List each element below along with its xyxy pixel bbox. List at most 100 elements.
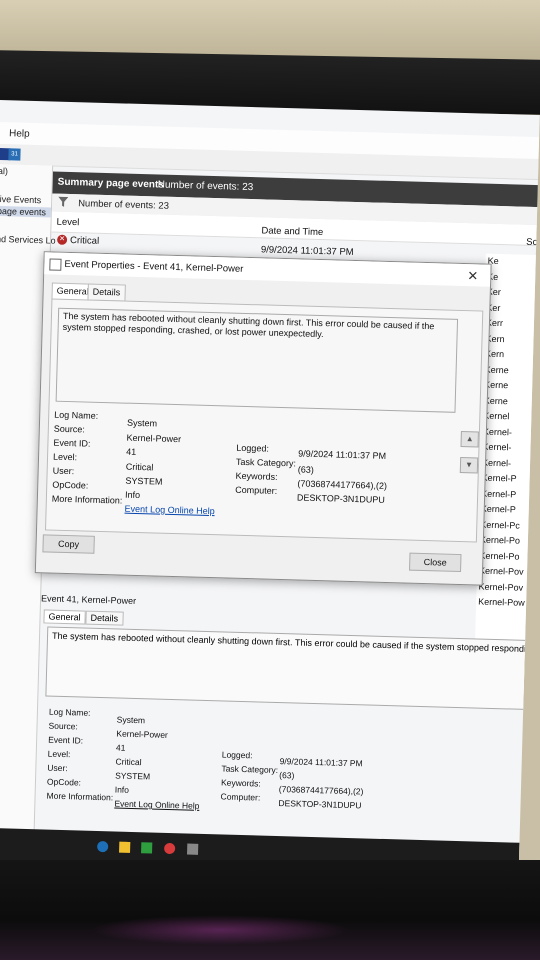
- value-opcode: Info: [124, 489, 141, 501]
- source-cell[interactable]: Kern: [483, 347, 540, 364]
- source-cell[interactable]: Kernel-: [481, 424, 540, 441]
- preview-label-task-category: Task Category:: [221, 763, 279, 776]
- source-cell[interactable]: Kerr: [484, 316, 540, 333]
- source-cell[interactable]: Kern: [483, 331, 539, 348]
- source-cell[interactable]: Kerne: [482, 378, 540, 395]
- preview-value-keywords: (70368744177664),(2): [278, 784, 364, 797]
- row-date-time: 9/9/2024 11:01:37 PM: [260, 244, 354, 258]
- filter-icon[interactable]: [58, 196, 69, 207]
- event-properties-dialog: Event Properties - Event 41, Kernel-Powe…: [34, 251, 492, 586]
- value-event-id: 41: [126, 446, 137, 457]
- preview-description: The system has rebooted without cleanly …: [45, 626, 540, 711]
- dialog-title: Event Properties - Event 41, Kernel-Powe…: [64, 258, 244, 275]
- filter-count: Number of events: 23: [77, 198, 170, 212]
- value-user: SYSTEM: [125, 475, 163, 487]
- label-level: Level:: [52, 451, 78, 463]
- label-log-name: Log Name:: [54, 409, 99, 421]
- label-more-information: More Information:: [51, 493, 123, 506]
- preview-value-level: Critical: [115, 756, 142, 768]
- label-user: User:: [52, 465, 75, 477]
- preview-label-user: User:: [47, 762, 68, 774]
- source-cell[interactable]: Ker: [485, 285, 540, 302]
- preview-value-user: SYSTEM: [115, 770, 151, 782]
- label-event-id: Event ID:: [53, 437, 91, 449]
- source-cell[interactable]: Kernel-P: [479, 471, 539, 488]
- preview-label-computer: Computer:: [220, 791, 261, 803]
- monitor-screen: Help 31 al) tive Events page events nd S…: [0, 100, 540, 875]
- source-cell[interactable]: Kernel-Po: [478, 533, 538, 550]
- source-cell[interactable]: Ke: [485, 254, 539, 271]
- preview-online-help-link[interactable]: Event Log Online Help: [114, 798, 199, 810]
- column-date-time[interactable]: Date and Time: [261, 225, 323, 238]
- label-logged: Logged:: [236, 442, 270, 454]
- source-cell[interactable]: Kernel-: [480, 455, 540, 472]
- source-cell[interactable]: Kernel-Pov: [476, 579, 536, 596]
- copy-button[interactable]: Copy: [42, 534, 95, 554]
- app-icon-red[interactable]: [164, 842, 176, 855]
- source-cell[interactable]: Ke: [485, 269, 540, 286]
- file-explorer-icon[interactable]: [119, 841, 131, 853]
- nav-item-active-events[interactable]: tive Events: [0, 194, 41, 205]
- monitor-bezel-bottom: [0, 860, 540, 960]
- next-event-button[interactable]: ▼: [459, 456, 479, 474]
- keyboard-glow: [90, 915, 350, 945]
- source-cell[interactable]: Kernel-P: [479, 486, 539, 503]
- source-cell[interactable]: Ker: [484, 300, 540, 317]
- preview-label-level: Level:: [47, 748, 71, 760]
- close-icon[interactable]: ✕: [467, 268, 478, 284]
- preview-label-keywords: Keywords:: [220, 777, 261, 789]
- menu-help[interactable]: Help: [9, 128, 30, 140]
- close-button[interactable]: Close: [409, 552, 462, 573]
- value-source: Kernel-Power: [126, 432, 182, 445]
- source-cell[interactable]: Kerne: [482, 393, 540, 410]
- column-level[interactable]: Level: [56, 217, 79, 229]
- preview-tabs: General Details: [43, 609, 124, 626]
- value-task-category: (63): [297, 464, 314, 475]
- source-cell[interactable]: Kerne: [482, 362, 539, 379]
- preview-value-event-id: 41: [115, 742, 126, 753]
- preview-value-source: Kernel-Power: [116, 728, 168, 740]
- label-task-category: Task Category:: [235, 456, 297, 469]
- general-tab-panel: The system has rebooted without cleanly …: [44, 298, 484, 543]
- app-icon[interactable]: [141, 842, 153, 854]
- preview-tab-general[interactable]: General: [43, 609, 86, 625]
- nav-item-services-logs[interactable]: nd Services Lo: [0, 234, 56, 246]
- value-computer: DESKTOP-3N1DUPU: [296, 492, 385, 505]
- calendar-icon[interactable]: 31: [8, 148, 21, 161]
- preview-label-source: Source:: [48, 720, 78, 732]
- summary-count: Number of events: 23: [157, 179, 254, 194]
- value-keywords: (70368744177664),(2): [297, 478, 388, 491]
- summary-title: Summary page events: [57, 176, 165, 191]
- source-cell[interactable]: Kernel-Pow: [476, 594, 536, 611]
- source-cell[interactable]: Kernel-Po: [477, 548, 537, 565]
- event-description[interactable]: The system has rebooted without cleanly …: [55, 307, 459, 413]
- preview-value-logged: 9/9/2024 11:01:37 PM: [279, 756, 363, 769]
- event-log-online-help-link[interactable]: Event Log Online Help: [124, 504, 214, 517]
- nav-item[interactable]: al): [0, 166, 8, 176]
- preview-label-logged: Logged:: [221, 749, 253, 761]
- event-viewer-icon[interactable]: [187, 843, 199, 855]
- label-opcode: OpCode:: [52, 479, 89, 491]
- label-keywords: Keywords:: [235, 470, 278, 482]
- preview-label-event-id: Event ID:: [48, 734, 84, 746]
- preview-value-log-name: System: [116, 714, 146, 726]
- critical-icon: ✕: [56, 234, 68, 245]
- preview-value-opcode: Info: [114, 784, 130, 795]
- preview-value-task-category: (63): [279, 770, 295, 781]
- value-log-name: System: [126, 417, 158, 429]
- preview-tab-details[interactable]: Details: [85, 610, 124, 626]
- edge-icon[interactable]: [97, 841, 109, 853]
- label-source: Source:: [53, 423, 86, 435]
- preview-label-log-name: Log Name:: [48, 706, 91, 718]
- value-logged: 9/9/2024 11:01:37 PM: [298, 448, 387, 461]
- preview-title: Event 41, Kernel-Power: [40, 593, 137, 606]
- source-cell[interactable]: Kernel: [481, 409, 540, 426]
- nav-item-summary-page-events[interactable]: page events: [0, 205, 52, 218]
- source-cell[interactable]: Kernel-: [480, 440, 540, 457]
- label-computer: Computer:: [235, 484, 278, 496]
- previous-event-button[interactable]: ▲: [460, 430, 479, 448]
- source-cell[interactable]: Kernel-Pov: [477, 564, 537, 581]
- event-properties-icon: [49, 258, 62, 271]
- source-cell[interactable]: Kernel-P: [479, 502, 539, 519]
- source-cell[interactable]: Kernel-Pc: [478, 517, 538, 534]
